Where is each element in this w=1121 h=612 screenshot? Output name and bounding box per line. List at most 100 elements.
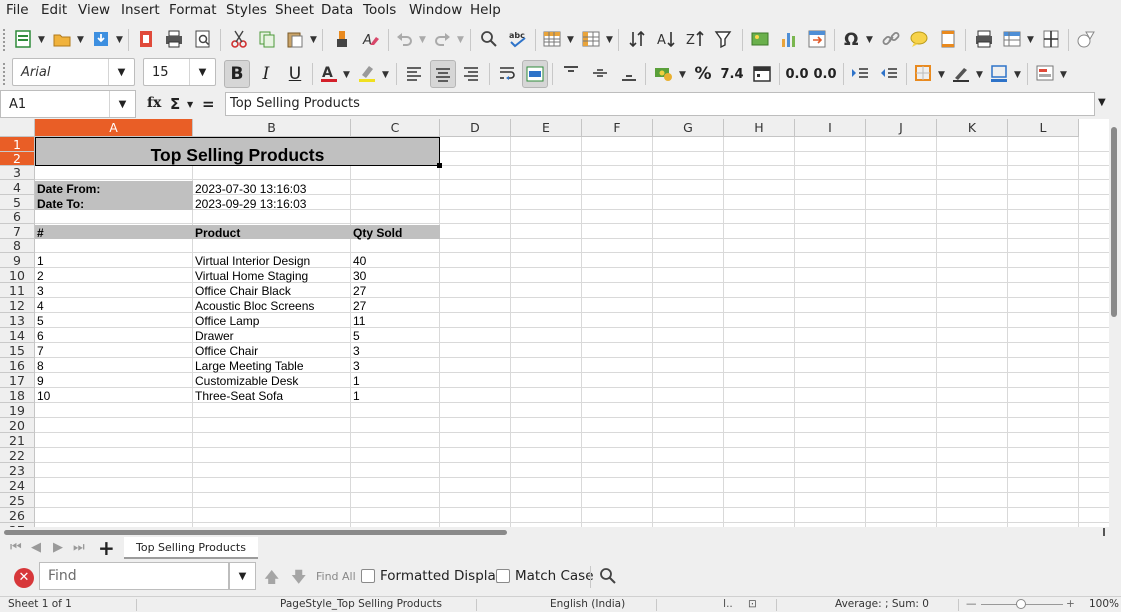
row-header-11[interactable]: 11 (0, 283, 35, 298)
sort-icon[interactable] (625, 27, 649, 51)
row-header-10[interactable]: 10 (0, 268, 35, 283)
row-header-20[interactable]: 20 (0, 418, 35, 433)
number-format-button[interactable]: 7.4 (719, 60, 745, 88)
row-header-22[interactable]: 22 (0, 448, 35, 463)
row-header-13[interactable]: 13 (0, 313, 35, 328)
language-status[interactable]: English (India) (550, 598, 625, 610)
qty-sold-cell[interactable]: 27 (353, 284, 366, 298)
border-style-dropdown-icon[interactable]: ▼ (976, 70, 983, 80)
special-character-dropdown-icon[interactable]: ▼ (866, 35, 873, 45)
sort-descending-icon[interactable]: Z (683, 27, 707, 51)
menu-file[interactable]: File (6, 2, 29, 18)
select-all-corner[interactable] (0, 119, 35, 137)
copy-icon[interactable] (255, 27, 279, 51)
chevron-down-icon[interactable]: ▼ (108, 59, 134, 85)
column-header-d[interactable]: D (440, 119, 511, 137)
row-header-17[interactable]: 17 (0, 373, 35, 388)
find-all-button[interactable]: Find All (316, 570, 356, 583)
scroll-splitter[interactable] (1103, 528, 1105, 536)
rank-cell[interactable]: 8 (37, 359, 44, 373)
sum-dropdown-icon[interactable]: ▼ (187, 100, 193, 109)
expand-formula-bar-icon[interactable]: ▼ (1098, 97, 1106, 108)
column-header-e[interactable]: E (511, 119, 582, 137)
column-header-k[interactable]: K (937, 119, 1008, 137)
qty-sold-cell[interactable]: 11 (353, 314, 365, 328)
redo-dropdown-icon[interactable]: ▼ (457, 35, 464, 45)
product-cell[interactable]: Customizable Desk (195, 374, 298, 388)
formula-input[interactable]: Top Selling Products (225, 92, 1095, 116)
font-color-dropdown-icon[interactable]: ▼ (343, 70, 350, 80)
currency-dropdown-icon[interactable]: ▼ (679, 70, 686, 80)
paste-icon[interactable] (283, 27, 307, 51)
match-case-checkbox[interactable] (496, 569, 510, 583)
rank-cell[interactable]: 7 (37, 344, 44, 358)
row-header-24[interactable]: 24 (0, 478, 35, 493)
horizontal-scrollbar[interactable] (0, 527, 1109, 537)
row-header-25[interactable]: 25 (0, 493, 35, 508)
delete-decimal-button[interactable]: 0.0 (811, 60, 839, 88)
find-replace-icon[interactable] (596, 564, 620, 588)
center-vertically-icon[interactable] (588, 61, 612, 85)
zoom-in-icon[interactable]: + (1066, 598, 1075, 610)
highlighting-dropdown-icon[interactable]: ▼ (382, 70, 389, 80)
menu-edit[interactable]: Edit (41, 2, 67, 18)
clone-formatting-icon[interactable] (330, 27, 354, 51)
close-find-icon[interactable]: ✕ (14, 568, 34, 588)
insert-image-icon[interactable] (748, 27, 772, 51)
column-icon[interactable] (579, 27, 603, 51)
rank-cell[interactable]: 4 (37, 299, 44, 313)
increase-indent-icon[interactable] (848, 61, 872, 85)
define-print-area-icon[interactable] (972, 27, 996, 51)
product-cell[interactable]: Drawer (195, 329, 234, 343)
row-header-1[interactable]: 1 (0, 137, 35, 152)
qty-sold-cell[interactable]: 5 (353, 329, 360, 343)
headers-footers-icon[interactable] (936, 27, 960, 51)
row-header-9[interactable]: 9 (0, 253, 35, 268)
border-color-icon[interactable] (987, 61, 1011, 85)
last-sheet-icon[interactable]: ⏭ (73, 540, 85, 555)
highlighting-color-icon[interactable] (355, 61, 379, 85)
rank-cell[interactable]: 2 (37, 269, 44, 283)
row-header-26[interactable]: 26 (0, 508, 35, 523)
vertical-scroll-thumb[interactable] (1111, 127, 1117, 317)
bold-button[interactable]: B (224, 60, 250, 88)
qty-sold-cell[interactable]: 1 (353, 389, 360, 403)
product-cell[interactable]: Large Meeting Table (195, 359, 304, 373)
product-cell[interactable]: Office Chair Black (195, 284, 291, 298)
selection-mode-icon[interactable]: ⊡ (748, 598, 757, 610)
font-name-combo[interactable]: Arial ▼ (12, 58, 135, 86)
product-cell[interactable]: Office Chair (195, 344, 258, 358)
menu-help[interactable]: Help (470, 2, 501, 18)
date-to-value[interactable]: 2023-09-29 13:16:03 (195, 197, 306, 211)
export-pdf-icon[interactable] (134, 27, 158, 51)
column-header-g[interactable]: G (653, 119, 724, 137)
product-cell[interactable]: Office Lamp (195, 314, 259, 328)
merge-center-icon[interactable] (522, 60, 548, 88)
conditional-format-dropdown-icon[interactable]: ▼ (1060, 70, 1067, 80)
sort-ascending-icon[interactable]: A (654, 27, 678, 51)
function-wizard-icon[interactable]: fx (147, 95, 161, 111)
sum-icon[interactable]: Σ (170, 95, 180, 113)
qty-sold-cell[interactable]: 3 (353, 359, 360, 373)
wrap-text-icon[interactable] (495, 61, 519, 85)
currency-icon[interactable] (651, 61, 675, 85)
align-top-icon[interactable] (559, 61, 583, 85)
font-color-icon[interactable]: A (317, 61, 341, 85)
menu-styles[interactable]: Styles (226, 2, 267, 18)
rank-cell[interactable]: 5 (37, 314, 44, 328)
row-header-3[interactable]: 3 (0, 166, 35, 180)
paste-dropdown-icon[interactable]: ▼ (310, 35, 317, 45)
first-sheet-icon[interactable]: ⏮ (10, 540, 22, 555)
menu-format[interactable]: Format (169, 2, 217, 18)
spelling-icon[interactable]: abc (506, 27, 530, 51)
product-cell[interactable]: Acoustic Bloc Screens (195, 299, 314, 313)
product-cell[interactable]: Three-Seat Sofa (195, 389, 283, 403)
page-style[interactable]: PageStyle_Top Selling Products (280, 598, 442, 610)
zoom-level[interactable]: 100% (1089, 598, 1119, 610)
row-header-18[interactable]: 18 (0, 388, 35, 403)
sheet-tab-active[interactable]: Top Selling Products (124, 537, 258, 559)
column-header-b[interactable]: B (193, 119, 351, 137)
row-header-14[interactable]: 14 (0, 328, 35, 343)
print-preview-icon[interactable] (191, 27, 215, 51)
toolbar-grip[interactable] (3, 63, 7, 85)
